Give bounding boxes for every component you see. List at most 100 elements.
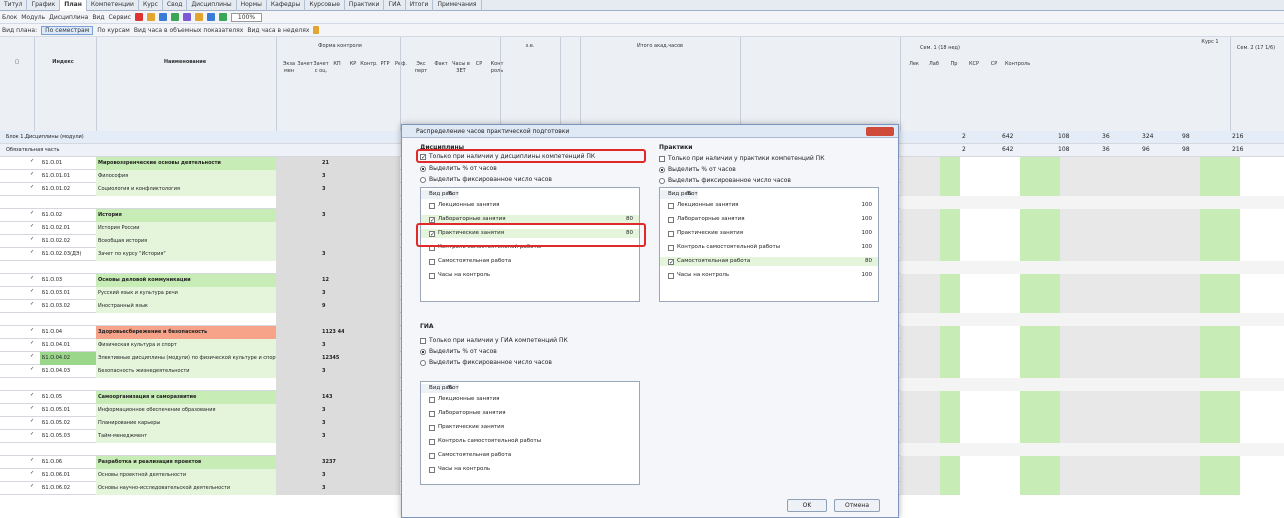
semester-value[interactable]: 2 — [960, 131, 990, 144]
blocks-menu[interactable]: Блок — [2, 14, 17, 21]
row-checkbox[interactable]: ✓ — [28, 430, 38, 439]
checkbox-icon[interactable] — [668, 244, 674, 251]
row-checkbox[interactable]: ✓ — [28, 482, 38, 491]
work-type-pct[interactable]: 100 — [862, 271, 873, 280]
row-hours[interactable]: 143 — [320, 391, 344, 404]
prac-pct-radio[interactable]: Выделить % от часов — [659, 166, 736, 173]
checkbox-icon[interactable] — [668, 230, 674, 237]
row-checkbox[interactable]: ✓ — [28, 456, 38, 465]
checkbox-icon[interactable] — [668, 272, 674, 279]
zoom-select[interactable]: 100% — [230, 12, 263, 22]
tab-11[interactable]: ГИА — [384, 0, 406, 11]
row-hours[interactable]: 3 — [320, 404, 344, 417]
row-checkbox[interactable]: ✓ — [28, 209, 38, 218]
semester-value[interactable]: 2 — [960, 144, 990, 157]
semester-value[interactable]: 96 — [1140, 144, 1170, 157]
gia-only-pk-checkbox[interactable]: Только при наличии у ГИА компетенций ПК — [420, 337, 568, 344]
row-hours[interactable]: 21 — [320, 157, 344, 170]
prac-fixed-radio[interactable]: Выделить фиксированное число часов — [659, 177, 791, 184]
row-hours[interactable]: 9 — [320, 300, 344, 313]
semester-cells[interactable] — [900, 352, 1284, 365]
tab-10[interactable]: Практики — [345, 0, 385, 11]
tab-3[interactable]: Компетенции — [87, 0, 139, 11]
semester-cells[interactable] — [900, 326, 1284, 339]
checkbox-icon[interactable] — [429, 410, 435, 417]
tab-5[interactable]: Свод — [163, 0, 188, 11]
tab-13[interactable]: Примечания — [433, 0, 482, 11]
row-hours[interactable]: 3 — [320, 482, 344, 495]
semester-cells[interactable] — [900, 456, 1284, 469]
work-type-row[interactable]: Контроль самостоятельной работы 100 — [660, 243, 878, 252]
delete-icon[interactable] — [134, 13, 143, 21]
semester-cells[interactable] — [900, 300, 1284, 313]
semester-cells[interactable] — [900, 430, 1284, 443]
row-checkbox[interactable]: ✓ — [28, 469, 38, 478]
semester-value[interactable]: 98 — [1180, 131, 1210, 144]
table-icon[interactable] — [170, 13, 179, 21]
work-type-row[interactable]: Лабораторные занятия — [421, 409, 639, 418]
week-hour-button[interactable]: Вид часа в неделях — [247, 27, 309, 34]
row-checkbox[interactable] — [28, 313, 38, 322]
semester-value[interactable]: 324 — [1140, 131, 1170, 144]
semester-value[interactable]: 642 — [1000, 144, 1030, 157]
semester-cells[interactable] — [900, 404, 1284, 417]
row-hours[interactable]: 3 — [320, 469, 344, 482]
row-checkbox[interactable]: ✓ — [28, 391, 38, 400]
row-checkbox[interactable]: ✓ — [28, 300, 38, 309]
cancel-button[interactable]: Отмена — [834, 499, 880, 512]
semester-value[interactable]: 36 — [1100, 144, 1130, 157]
work-type-row[interactable]: Часы на контроль — [421, 465, 639, 474]
semester-cells[interactable] — [900, 235, 1284, 248]
semester-cells[interactable] — [900, 339, 1284, 352]
semester-cells[interactable] — [900, 209, 1284, 222]
folder-icon[interactable] — [194, 13, 203, 21]
view-menu[interactable]: Вид — [92, 14, 104, 21]
tab-7[interactable]: Нормы — [237, 0, 267, 11]
row-hours[interactable]: 3 — [320, 170, 344, 183]
row-checkbox[interactable]: ✓ — [28, 352, 38, 361]
row-checkbox[interactable]: ✓ — [28, 274, 38, 283]
tab-2[interactable]: План — [60, 0, 87, 11]
semester-value[interactable]: 108 — [1056, 131, 1086, 144]
tab-0[interactable]: Титул — [0, 0, 28, 11]
row-hours[interactable]: 3 — [320, 287, 344, 300]
semester-cells[interactable] — [900, 391, 1284, 404]
semester-value[interactable]: 216 — [1230, 144, 1260, 157]
row-hours[interactable]: 12 — [320, 274, 344, 287]
semester-value[interactable]: 216 — [1230, 131, 1260, 144]
row-hours[interactable]: 3 — [320, 248, 344, 261]
work-type-row[interactable]: Лабораторные занятия 100 — [660, 215, 878, 224]
row-hours[interactable]: 3237 — [320, 456, 344, 469]
work-type-row[interactable]: Контроль самостоятельной работы — [421, 437, 639, 446]
work-type-row[interactable]: ✓ Самостоятельная работа 80 — [660, 257, 878, 266]
tab-4[interactable]: Курс — [139, 0, 163, 11]
disciplines-menu[interactable]: Дисциплина — [49, 14, 88, 21]
semester-cells[interactable] — [900, 469, 1284, 482]
tab-6[interactable]: Дисциплины — [187, 0, 237, 11]
checkbox-icon[interactable] — [429, 424, 435, 431]
by-course-button[interactable]: По курсам — [97, 27, 130, 34]
row-checkbox[interactable]: ✓ — [28, 365, 38, 374]
work-type-row[interactable]: Практические занятия — [421, 423, 639, 432]
service-menu[interactable]: Сервис — [108, 14, 130, 21]
semester-cells[interactable] — [900, 365, 1284, 378]
gia-pct-radio[interactable]: Выделить % от часов — [420, 348, 497, 355]
row-checkbox[interactable]: ✓ — [28, 183, 38, 192]
semester-cells[interactable] — [900, 170, 1284, 183]
row-checkbox[interactable]: ✓ — [28, 222, 38, 231]
row-checkbox[interactable]: ✓ — [28, 235, 38, 244]
tab-9[interactable]: Курсовые — [305, 0, 345, 11]
row-checkbox[interactable] — [28, 196, 38, 205]
row-hours[interactable] — [320, 443, 344, 456]
checkbox-icon[interactable] — [668, 216, 674, 223]
work-type-row[interactable]: Практические занятия 100 — [660, 229, 878, 238]
semester-cells[interactable] — [900, 157, 1284, 170]
semester-cells[interactable] — [900, 196, 1284, 209]
disc-pct-radio[interactable]: Выделить % от часов — [420, 165, 497, 172]
row-checkbox[interactable]: ✓ — [28, 404, 38, 413]
ok-button[interactable]: OK — [787, 499, 827, 512]
row-hours[interactable] — [320, 235, 344, 248]
row-hours[interactable] — [320, 313, 344, 326]
tab-1[interactable]: График — [27, 0, 61, 11]
checkbox-icon[interactable] — [429, 466, 435, 473]
